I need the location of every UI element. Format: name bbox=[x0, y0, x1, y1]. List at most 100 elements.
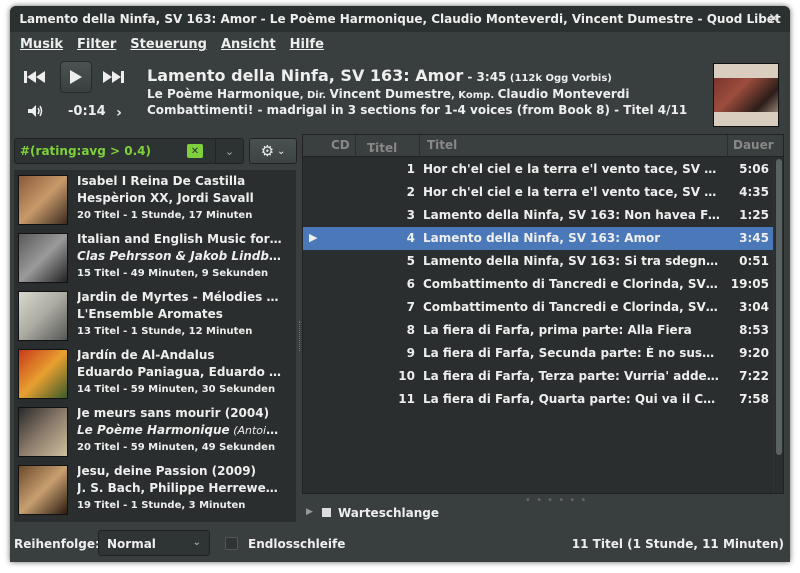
director-label: , Dir. bbox=[299, 90, 330, 101]
track-title: Lamento della Ninfa, SV 163: Non havea F… bbox=[423, 208, 721, 222]
expander-arrow-icon[interactable]: ▶ bbox=[306, 507, 313, 517]
clear-search-icon[interactable]: ✕ bbox=[187, 144, 203, 158]
album-item[interactable]: Jesu, deine Passion (2009) J. S. Bach, Ph… bbox=[14, 460, 296, 518]
previous-icon bbox=[24, 71, 45, 83]
status-bar: Reihenfolge: Normal ⌄ Endlosschleife 11 T… bbox=[10, 526, 790, 562]
song-format: (112k Ogg Vorbis) bbox=[506, 73, 612, 84]
track-title: Hor ch'el ciel e la terra e'l vento tace… bbox=[423, 162, 721, 176]
album-art bbox=[18, 175, 68, 225]
track-list: CD ⌄ Titel Titel Dauer 1 Hor ch'el ciel e… bbox=[302, 134, 784, 494]
main-window: Lamento della Ninfa, SV 163: Amor - Le P… bbox=[10, 6, 790, 562]
track-list-header: CD ⌄ Titel Titel Dauer bbox=[303, 135, 783, 157]
time-remaining[interactable]: -0:14 bbox=[68, 104, 106, 119]
menu-bar: Musik Filter Steuerung Ansicht Hilfe bbox=[10, 32, 790, 56]
album-item[interactable]: Je meurs sans mourir (2004) Le Poème Harm… bbox=[14, 402, 296, 460]
queue-label: Warteschlange bbox=[338, 506, 439, 520]
menu-musik[interactable]: Musik bbox=[20, 37, 63, 52]
track-row[interactable]: 7 Combattimento di Tancredi e Clorinda, S… bbox=[303, 296, 773, 319]
album-title: Jesu, deine Passion (2009) bbox=[77, 464, 257, 478]
album-art bbox=[18, 291, 68, 341]
track-length: 5:06 bbox=[739, 162, 769, 176]
menu-steuerung[interactable]: Steuerung bbox=[130, 37, 207, 52]
next-button[interactable] bbox=[100, 66, 126, 88]
track-title: Hor ch'el ciel e la terra e'l vento tace… bbox=[423, 185, 721, 199]
album-info: 20 Titel - 1 Stunde, 17 Minuten bbox=[77, 210, 253, 221]
track-scrollbar[interactable] bbox=[773, 157, 783, 493]
album-item[interactable]: Jardín de Al-Andalus Eduardo Paniagua, Ed… bbox=[14, 344, 296, 402]
order-label: Reihenfolge: bbox=[14, 537, 100, 551]
album-title: Jardín de Al-Andalus bbox=[77, 348, 215, 362]
track-row[interactable]: 8 La fiera di Farfa, prima parte: Alla Fi… bbox=[303, 319, 773, 342]
track-row[interactable]: 9 La fiera di Farfa, Secunda parte: È no … bbox=[303, 342, 773, 365]
track-number: 6 bbox=[406, 277, 415, 291]
track-row[interactable]: 3 Lamento della Ninfa, SV 163: Non havea … bbox=[303, 204, 773, 227]
album-list: Isabel I Reina De Castilla Hespèrion XX, … bbox=[14, 170, 296, 522]
filter-bar[interactable]: #(rating:avg > 0.4) ✕ ⌄ bbox=[14, 138, 244, 164]
now-playing-info: Lamento della Ninfa, SV 163: Amor - 3:45… bbox=[147, 66, 687, 117]
volume-button[interactable] bbox=[26, 102, 46, 120]
order-select[interactable]: Normal ⌄ bbox=[98, 530, 210, 556]
window-title: Lamento della Ninfa, SV 163: Amor - Le P… bbox=[19, 12, 781, 26]
album-artist: L'Ensemble Aromates bbox=[77, 307, 223, 321]
album-scrollbar[interactable] bbox=[288, 170, 296, 522]
track-number: 7 bbox=[406, 300, 415, 314]
col-cd[interactable]: CD bbox=[331, 138, 350, 152]
album-artist: J. S. Bach, Philippe Herreweghe bbox=[77, 481, 282, 495]
track-row[interactable]: 5 Lamento della Ninfa, SV 163: Si tra sde… bbox=[303, 250, 773, 273]
track-row[interactable]: 2 Hor ch'el ciel e la terra e'l vento tac… bbox=[303, 181, 773, 204]
previous-button[interactable] bbox=[22, 66, 48, 88]
play-button[interactable] bbox=[60, 61, 92, 93]
track-title: Combattimento di Tancredi e Clorinda, SV… bbox=[423, 277, 721, 291]
album-item[interactable]: Isabel I Reina De Castilla Hespèrion XX, … bbox=[14, 170, 296, 228]
seek-menu-button[interactable]: › bbox=[112, 104, 126, 122]
title-bar: Lamento della Ninfa, SV 163: Amor - Le P… bbox=[10, 6, 790, 32]
album-cover[interactable] bbox=[713, 63, 779, 127]
track-number: 4 bbox=[406, 231, 415, 245]
song-composer: Claudio Monteverdi bbox=[497, 87, 630, 101]
menu-filter[interactable]: Filter bbox=[77, 37, 116, 52]
album-art bbox=[18, 349, 68, 399]
track-title: Combattimento di Tancredi e Clorinda, SV… bbox=[423, 300, 721, 314]
queue-checkbox[interactable] bbox=[322, 508, 331, 517]
track-row[interactable]: 10 La fiera di Farfa, Terza parte: Vurria… bbox=[303, 365, 773, 388]
track-length: 3:45 bbox=[739, 231, 769, 245]
album-artist: Clas Pehrsson & Jakob Lindberg bbox=[77, 249, 282, 263]
track-title: La fiera di Farfa, Terza parte: Vurria' … bbox=[423, 369, 721, 383]
repeat-label[interactable]: Endlosschleife bbox=[248, 537, 345, 551]
album-title: Isabel I Reina De Castilla bbox=[77, 174, 246, 188]
album-info: 20 Titel - 59 Minuten, 49 Sekunden bbox=[77, 442, 276, 453]
repeat-checkbox[interactable] bbox=[225, 537, 238, 550]
queue-expander[interactable]: ▶ Warteschlange bbox=[302, 502, 784, 526]
track-length: 4:35 bbox=[739, 185, 769, 199]
track-title: Lamento della Ninfa, SV 163: Amor bbox=[423, 231, 661, 245]
track-length: 3:04 bbox=[739, 300, 769, 314]
col-title[interactable]: Titel bbox=[427, 138, 457, 152]
song-duration: - 3:45 bbox=[463, 70, 507, 84]
search-input[interactable]: #(rating:avg > 0.4) bbox=[20, 144, 151, 158]
track-length: 7:22 bbox=[739, 369, 769, 383]
menu-hilfe[interactable]: Hilfe bbox=[290, 37, 324, 52]
track-row[interactable]: 11 La fiera di Farfa, Quarta parte: Qui v… bbox=[303, 388, 773, 411]
menu-ansicht[interactable]: Ansicht bbox=[221, 37, 276, 52]
browser-options-button[interactable]: ⚙ ⌄ bbox=[249, 138, 297, 164]
track-title: La fiera di Farfa, Secunda parte: È no s… bbox=[423, 346, 721, 360]
track-row[interactable]: ▶ 4 Lamento della Ninfa, SV 163: Amor 3:45 bbox=[303, 227, 773, 250]
track-title: La fiera di Farfa, Quarta parte: Qui va … bbox=[423, 392, 721, 406]
col-length[interactable]: Dauer bbox=[733, 138, 774, 152]
album-item[interactable]: Jardin de Myrtes - Mélodies an L'Ensemble… bbox=[14, 286, 296, 344]
track-title: Lamento della Ninfa, SV 163: Si tra sdeg… bbox=[423, 254, 721, 268]
album-title: Italian and English Music for R bbox=[77, 232, 282, 246]
chevron-down-icon: ⌄ bbox=[192, 537, 201, 548]
track-length: 7:58 bbox=[739, 392, 769, 406]
track-row[interactable]: 1 Hor ch'el ciel e la terra e'l vento tac… bbox=[303, 158, 773, 181]
track-row[interactable]: 6 Combattimento di Tancredi e Clorinda, S… bbox=[303, 273, 773, 296]
filter-dropdown-icon[interactable]: ⌄ bbox=[215, 139, 243, 163]
track-length: 19:05 bbox=[730, 277, 769, 291]
next-icon bbox=[103, 71, 124, 83]
album-title: Je meurs sans mourir (2004) bbox=[77, 406, 270, 420]
track-number: 8 bbox=[406, 323, 415, 337]
chevron-down-icon: ⌄ bbox=[277, 145, 286, 157]
track-length: 8:53 bbox=[739, 323, 769, 337]
close-icon[interactable]: ✕ bbox=[764, 9, 784, 29]
album-item[interactable]: Italian and English Music for R Clas Pehr… bbox=[14, 228, 296, 286]
